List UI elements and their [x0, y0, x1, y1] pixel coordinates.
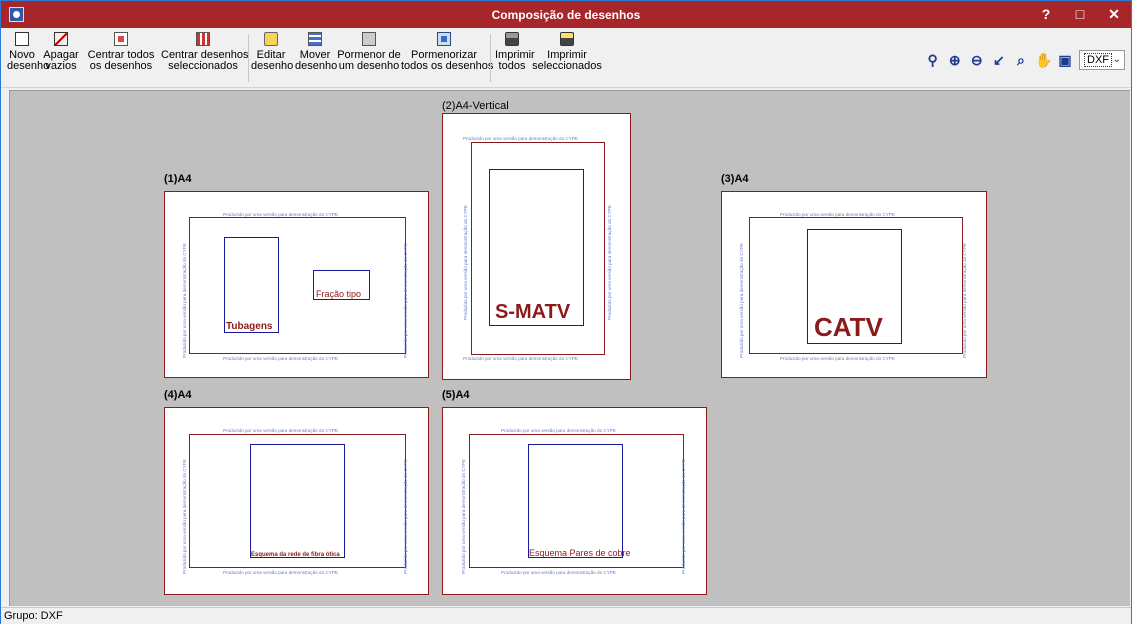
sheet-label: (5)A4: [442, 389, 470, 401]
watermark-text: Produzido por uma versão para demonstraç…: [780, 356, 895, 361]
sheet-label: (4)A4: [164, 389, 192, 401]
drawing-label: Esquema da rede de fibra ótica: [251, 552, 340, 558]
move-drawing-icon: [308, 32, 322, 46]
detail-all-button[interactable]: Pormenorizar todos os desenhos: [401, 32, 493, 72]
redraw-icon[interactable]: ▣: [1057, 52, 1073, 68]
sheet-5[interactable]: Produzido por uma versão para demonstraç…: [442, 407, 707, 595]
watermark-text: Produzido por uma versão para demonstraç…: [182, 243, 187, 358]
watermark-text: Produzido por uma versão para demonstraç…: [463, 356, 578, 361]
drawing-label: Fração tipo: [316, 289, 362, 299]
drawing-tubagens[interactable]: [224, 237, 279, 333]
sheet-1[interactable]: Produzido por uma versão para demonstraç…: [164, 191, 429, 378]
center-all-button[interactable]: Centrar todos os desenhos: [85, 32, 157, 72]
watermark-text: Produzido por uma versão para demonstraç…: [223, 428, 338, 433]
drawing-pares-cobre[interactable]: [528, 444, 623, 558]
status-bar: Grupo: DXF: [1, 607, 1131, 624]
watermark-text: Produzido por uma versão para demonstraç…: [780, 212, 895, 217]
move-drawing-button[interactable]: Mover desenho: [295, 32, 337, 72]
new-drawing-button[interactable]: Novo desenho: [7, 32, 49, 72]
watermark-text: Produzido por uma versão para demonstraç…: [681, 459, 686, 574]
watermark-text: Produzido por uma versão para demonstraç…: [182, 459, 187, 574]
detail-drawing-icon: [362, 32, 376, 46]
erase-empty-button[interactable]: Apagar vazios: [43, 32, 79, 72]
watermark-text: Produzido por uma versão para demonstraç…: [461, 459, 466, 574]
chevron-down-icon: ⌄: [1112, 54, 1121, 65]
watermark-text: Produzido por uma versão para demonstraç…: [463, 205, 468, 320]
center-selected-icon: [196, 32, 210, 46]
center-selected-button[interactable]: Centrar desenhos seleccionados: [161, 32, 248, 72]
zoom-all-icon[interactable]: ⊕: [947, 52, 963, 68]
zoom-toolbar: ⚲ ⊕ ⊖ ↙ ⌕ ✋ ▣: [922, 52, 1073, 70]
close-button[interactable]: ✕: [1097, 1, 1131, 28]
center-all-icon: [114, 32, 128, 46]
sheet-2[interactable]: Produzido por uma versão para demonstraç…: [442, 113, 631, 380]
watermark-text: Produzido por uma versão para demonstraç…: [501, 428, 616, 433]
watermark-text: Produzido por uma versão para demonstraç…: [223, 212, 338, 217]
watermark-text: Produzido por uma versão para demonstraç…: [962, 243, 967, 358]
watermark-text: Produzido por uma versão para demonstraç…: [223, 356, 338, 361]
sheet-label: (2)A4-Vertical: [442, 100, 509, 112]
print-all-button[interactable]: Imprimir todos: [495, 32, 535, 72]
zoom-previous-icon[interactable]: ↙: [991, 52, 1007, 68]
toolbar-separator: [490, 34, 491, 82]
watermark-text: Produzido por uma versão para demonstraç…: [403, 243, 408, 358]
detail-drawing-button[interactable]: Pormenor de um desenho: [337, 32, 401, 72]
drawing-rede-fibra[interactable]: [250, 444, 345, 558]
print-selected-button[interactable]: Imprimir seleccionados: [531, 32, 603, 72]
window-title: Composição de desenhos: [491, 8, 641, 22]
drawing-label: Tubagens: [226, 321, 273, 332]
edit-drawing-icon: [264, 32, 278, 46]
drawing-label: S-MATV: [495, 301, 571, 323]
sheet-label: (1)A4: [164, 173, 192, 185]
zoom-half-icon[interactable]: ⊖: [969, 52, 985, 68]
format-select[interactable]: DXF ⌄: [1079, 50, 1125, 70]
print-all-icon: [505, 32, 519, 46]
pan-hand-icon[interactable]: ✋: [1035, 52, 1052, 68]
toolbar: Novo desenho Apagar vazios Centrar todos…: [1, 28, 1131, 88]
drawing-label: Esquema Pares de cobre: [529, 548, 631, 558]
sheet-3[interactable]: Produzido por uma versão para demonstraç…: [721, 191, 987, 378]
toolbar-separator: [248, 34, 249, 82]
title-bar: Composição de desenhos ? □ ✕: [1, 1, 1131, 28]
watermark-text: Produzido por uma versão para demonstraç…: [501, 570, 616, 575]
watermark-text: Produzido por uma versão para demonstraç…: [223, 570, 338, 575]
help-button[interactable]: ?: [1029, 1, 1063, 28]
edit-drawing-button[interactable]: Editar desenho: [251, 32, 293, 72]
watermark-text: Produzido por uma versão para demonstraç…: [607, 205, 612, 320]
new-document-icon: [15, 32, 29, 46]
watermark-text: Produzido por uma versão para demonstraç…: [403, 459, 408, 574]
maximize-button[interactable]: □: [1063, 1, 1097, 28]
erase-empty-icon: [54, 32, 68, 46]
watermark-text: Produzido por uma versão para demonstraç…: [463, 136, 578, 141]
drawing-label: CATV: [814, 312, 883, 342]
watermark-text: Produzido por uma versão para demonstraç…: [739, 243, 744, 358]
sheet-frame: [189, 217, 406, 354]
main-window: Composição de desenhos ? □ ✕ Novo desenh…: [0, 0, 1132, 624]
zoom-realtime-icon[interactable]: ⌕: [1013, 52, 1029, 68]
sheet-label: (3)A4: [721, 173, 749, 185]
composition-canvas[interactable]: (1)A4 Produzido por uma versão para demo…: [9, 90, 1130, 606]
sheet-4[interactable]: Produzido por uma versão para demonstraç…: [164, 407, 429, 595]
print-selected-icon: [560, 32, 574, 46]
zoom-window-icon[interactable]: ⚲: [925, 52, 941, 68]
detail-all-icon: [437, 32, 451, 46]
